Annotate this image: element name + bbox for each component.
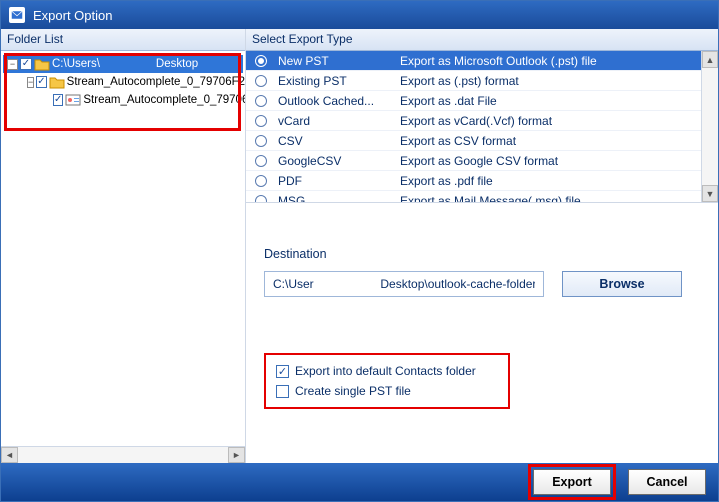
tree-item-label: Stream_Autocomplete_0_79706 [83, 94, 245, 106]
export-type-desc: Export as Mail Message(.msg) file [396, 194, 718, 203]
scroll-left-arrow[interactable]: ◄ [1, 447, 18, 463]
export-option-dialog: Export Option Folder List − C:\Users\ De… [0, 0, 719, 502]
radio-button[interactable] [246, 175, 276, 187]
browse-button[interactable]: Browse [562, 271, 682, 297]
option-create-single-pst[interactable]: Create single PST file [276, 381, 498, 401]
scroll-up-arrow[interactable]: ▲ [702, 51, 718, 68]
horizontal-scrollbar[interactable]: ◄ ► [1, 446, 245, 463]
window-title: Export Option [33, 8, 113, 23]
tree-item[interactable]: Stream_Autocomplete_0_79706 [3, 91, 243, 109]
cancel-button[interactable]: Cancel [628, 469, 706, 495]
tree-item-label: Stream_Autocomplete_0_79706F26 [67, 76, 245, 88]
export-type-desc: Export as .pdf file [396, 174, 718, 188]
export-type-row[interactable]: MSGExport as Mail Message(.msg) file [246, 191, 718, 202]
export-type-desc: Export as Google CSV format [396, 154, 718, 168]
options-box: Export into default Contacts folder Crea… [264, 353, 510, 409]
export-type-row[interactable]: Outlook Cached...Export as .dat File [246, 91, 718, 111]
scroll-right-arrow[interactable]: ► [228, 447, 245, 463]
scroll-down-arrow[interactable]: ▼ [702, 185, 718, 202]
export-type-name: GoogleCSV [276, 154, 396, 168]
destination-input[interactable] [264, 271, 544, 297]
export-type-name: MSG [276, 194, 396, 203]
checkbox[interactable] [36, 76, 46, 88]
export-type-row[interactable]: vCardExport as vCard(.Vcf) format [246, 111, 718, 131]
export-highlight: Export [528, 464, 616, 500]
option-label: Create single PST file [295, 384, 411, 398]
export-button[interactable]: Export [533, 469, 611, 495]
scroll-track[interactable] [18, 447, 228, 463]
folder-tree[interactable]: − C:\Users\ Desktop − Stream_Autocomplet… [1, 51, 245, 446]
radio-button[interactable] [246, 75, 276, 87]
export-type-row[interactable]: PDFExport as .pdf file [246, 171, 718, 191]
tree-root-label: C:\Users\ [52, 58, 100, 70]
scroll-track[interactable] [702, 68, 718, 185]
lower-panel: Destination Browse Export into default C… [246, 203, 718, 463]
export-type-desc: Export as Microsoft Outlook (.pst) file [396, 54, 718, 68]
export-type-desc: Export as vCard(.Vcf) format [396, 114, 718, 128]
folder-icon [49, 75, 65, 89]
option-label: Export into default Contacts folder [295, 364, 476, 378]
export-type-name: vCard [276, 114, 396, 128]
export-type-panel: Select Export Type New PSTExport as Micr… [246, 29, 718, 463]
export-type-row[interactable]: New PSTExport as Microsoft Outlook (.pst… [246, 51, 718, 71]
checkbox[interactable] [53, 94, 63, 106]
radio-button[interactable] [246, 55, 276, 67]
radio-button[interactable] [246, 155, 276, 167]
tree-root-suffix: Desktop [156, 58, 198, 70]
contacts-icon [65, 93, 81, 107]
export-type-desc: Export as CSV format [396, 134, 718, 148]
export-type-desc: Export as (.pst) format [396, 74, 718, 88]
checkbox[interactable] [276, 385, 289, 398]
collapse-icon[interactable]: − [7, 59, 18, 70]
export-type-name: Existing PST [276, 74, 396, 88]
export-type-row[interactable]: CSVExport as CSV format [246, 131, 718, 151]
checkbox[interactable] [276, 365, 289, 378]
radio-button[interactable] [246, 95, 276, 107]
app-icon [9, 7, 25, 23]
export-type-name: PDF [276, 174, 396, 188]
checkbox[interactable] [20, 58, 32, 70]
option-export-default-contacts[interactable]: Export into default Contacts folder [276, 361, 498, 381]
export-type-name: Outlook Cached... [276, 94, 396, 108]
radio-button[interactable] [246, 135, 276, 147]
destination-label: Destination [264, 247, 702, 261]
folder-icon [34, 57, 50, 71]
export-type-header: Select Export Type [246, 29, 718, 51]
export-type-list[interactable]: New PSTExport as Microsoft Outlook (.pst… [246, 51, 718, 203]
export-type-name: CSV [276, 134, 396, 148]
collapse-icon[interactable]: − [27, 77, 34, 88]
export-type-row[interactable]: GoogleCSVExport as Google CSV format [246, 151, 718, 171]
folder-list-panel: Folder List − C:\Users\ Desktop − [1, 29, 246, 463]
footer-bar: Export Cancel [1, 463, 718, 501]
export-type-row[interactable]: Existing PSTExport as (.pst) format [246, 71, 718, 91]
radio-button[interactable] [246, 195, 276, 203]
tree-item[interactable]: − Stream_Autocomplete_0_79706F26 [3, 73, 243, 91]
radio-button[interactable] [246, 115, 276, 127]
content-area: Folder List − C:\Users\ Desktop − [1, 29, 718, 463]
export-type-name: New PST [276, 54, 396, 68]
folder-list-header: Folder List [1, 29, 245, 51]
title-bar: Export Option [1, 1, 718, 29]
export-type-desc: Export as .dat File [396, 94, 718, 108]
tree-root[interactable]: − C:\Users\ Desktop [3, 55, 243, 73]
vertical-scrollbar[interactable]: ▲ ▼ [701, 51, 718, 202]
